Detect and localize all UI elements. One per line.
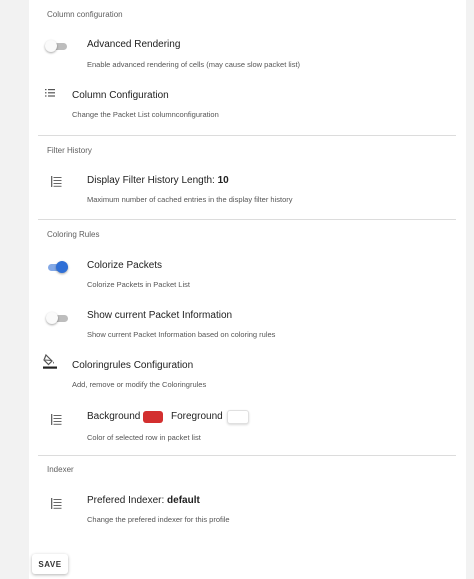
filter-history-length-label: Display Filter History Length: bbox=[87, 175, 218, 186]
filter-history-length-value: 10 bbox=[217, 175, 229, 186]
foreground-label: Foreground bbox=[171, 411, 223, 422]
advanced-rendering-toggle[interactable] bbox=[45, 40, 67, 52]
column-configuration-description: Change the Packet List columnconfigurati… bbox=[72, 110, 219, 119]
settings-panel: Column configuration Advanced Rendering … bbox=[29, 0, 466, 579]
selected-row-color-description: Color of selected row in packet list bbox=[87, 433, 201, 442]
filter-history-length[interactable]: Display Filter History Length: 10 bbox=[87, 175, 229, 186]
column-configuration-title[interactable]: Column Configuration bbox=[72, 90, 169, 101]
save-button[interactable]: SAVE bbox=[32, 554, 68, 574]
prefered-indexer-label: Prefered Indexer: bbox=[87, 495, 168, 506]
background-label: Background bbox=[87, 411, 141, 422]
advanced-rendering-title: Advanced Rendering bbox=[87, 39, 181, 50]
background-color-swatch[interactable] bbox=[143, 411, 163, 423]
coloringrules-configuration-title[interactable]: Coloringrules Configuration bbox=[72, 360, 193, 371]
divider bbox=[38, 135, 456, 136]
show-packet-info-title: Show current Packet Information bbox=[87, 310, 233, 321]
prefered-indexer[interactable]: Prefered Indexer: default bbox=[87, 495, 200, 506]
colorize-packets-toggle[interactable] bbox=[46, 261, 68, 273]
coloringrules-configuration-description: Add, remove or modify the Coloringrules bbox=[72, 380, 207, 389]
toggle-knob bbox=[45, 40, 57, 52]
paint-bucket-icon[interactable] bbox=[43, 353, 57, 369]
toggle-knob bbox=[46, 312, 58, 324]
colorize-packets-title: Colorize Packets bbox=[87, 260, 163, 271]
show-packet-info-toggle[interactable] bbox=[46, 312, 68, 324]
colorize-packets-description: Colorize Packets in Packet List bbox=[87, 280, 190, 289]
settings-list-icon[interactable] bbox=[51, 498, 63, 509]
section-header-column-configuration: Column configuration bbox=[47, 10, 123, 19]
section-header-filter-history: Filter History bbox=[47, 146, 92, 155]
section-header-indexer: Indexer bbox=[47, 465, 74, 474]
settings-list-icon[interactable] bbox=[51, 176, 63, 187]
settings-list-icon bbox=[51, 414, 62, 425]
prefered-indexer-description: Change the prefered indexer for this pro… bbox=[87, 515, 230, 524]
divider bbox=[38, 219, 456, 220]
section-header-coloring-rules: Coloring Rules bbox=[47, 230, 100, 239]
prefered-indexer-value: default bbox=[167, 495, 200, 506]
show-packet-info-description: Show current Packet Information based on… bbox=[87, 330, 276, 339]
advanced-rendering-description: Enable advanced rendering of cells (may … bbox=[87, 60, 301, 69]
foreground-color-swatch[interactable] bbox=[227, 410, 249, 424]
list-icon[interactable] bbox=[45, 88, 57, 98]
toggle-knob bbox=[56, 261, 68, 273]
filter-history-length-description: Maximum number of cached entries in the … bbox=[87, 195, 293, 204]
divider bbox=[38, 455, 456, 456]
